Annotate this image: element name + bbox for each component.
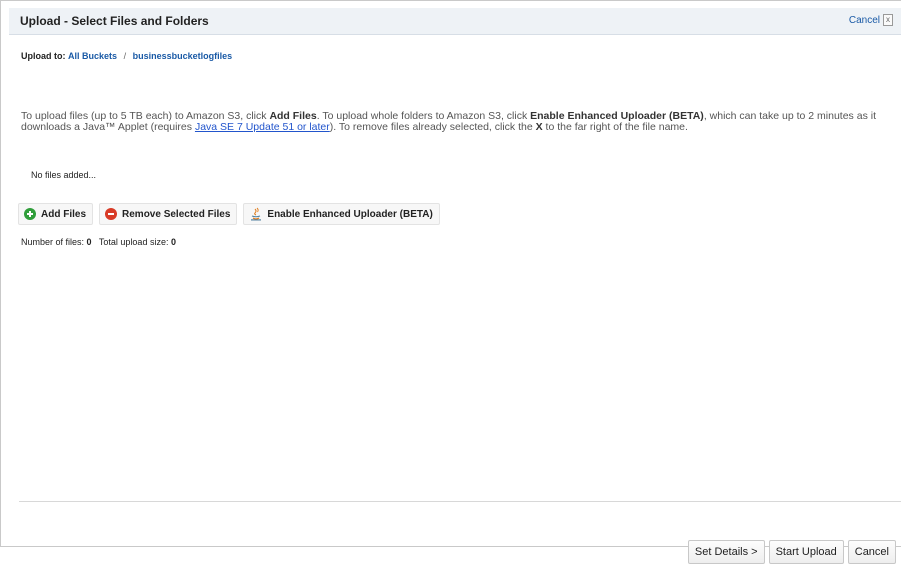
breadcrumb-all-buckets[interactable]: All Buckets — [68, 51, 117, 61]
header-cancel-label: Cancel — [848, 14, 880, 26]
add-files-button[interactable]: Add Files — [18, 203, 94, 225]
instructions-text-4: ). To remove files already selected, cli… — [329, 121, 536, 133]
plus-circle-icon — [24, 208, 36, 220]
java-requirement-link[interactable]: Java SE 7 Update 51 or later — [195, 121, 330, 133]
total-size-label: Total upload size: — [98, 237, 169, 247]
upload-summary: Number of files: 0 Total upload size: 0 — [21, 237, 176, 247]
breadcrumb-separator: / — [123, 51, 127, 61]
files-count-label: Number of files: — [21, 237, 85, 247]
close-icon[interactable]: x — [883, 14, 893, 26]
dialog-footer: Set Details > Start Upload Cancel — [687, 540, 896, 564]
breadcrumb-label: Upload to: — [21, 51, 66, 61]
upload-toolbar: Add Files Remove Selected Files Enable E… — [18, 203, 440, 225]
breadcrumb-bucket[interactable]: businessbucketlogfiles — [133, 51, 233, 61]
upload-dialog: Upload - Select Files and Folders Cancel… — [0, 0, 901, 564]
add-files-label: Add Files — [41, 208, 87, 220]
upload-instructions: To upload files (up to 5 TB each) to Ama… — [21, 111, 895, 133]
set-details-button[interactable]: Set Details > — [687, 540, 765, 564]
enable-enhanced-label: Enable Enhanced Uploader (BETA) — [267, 208, 433, 220]
enable-enhanced-uploader-button[interactable]: Enable Enhanced Uploader (BETA) — [243, 203, 440, 225]
file-list-empty: No files added... — [31, 170, 97, 180]
remove-selected-label: Remove Selected Files — [122, 208, 231, 220]
breadcrumb: Upload to: All Buckets / businessbucketl… — [21, 51, 232, 61]
files-count-value: 0 — [86, 237, 92, 247]
dialog-title: Upload - Select Files and Folders — [20, 14, 209, 28]
remove-selected-files-button[interactable]: Remove Selected Files — [99, 203, 238, 225]
cancel-button[interactable]: Cancel — [847, 540, 896, 564]
instructions-text-5: to the far right of the file name. — [542, 121, 688, 133]
start-upload-button[interactable]: Start Upload — [768, 540, 844, 564]
total-size-value: 0 — [170, 237, 176, 247]
footer-divider — [19, 501, 901, 502]
dialog-header: Upload - Select Files and Folders Cancel… — [9, 8, 901, 35]
instructions-x: X — [535, 121, 543, 133]
header-cancel-link[interactable]: Cancel x — [849, 14, 893, 26]
java-icon — [249, 207, 263, 221]
minus-circle-icon — [105, 208, 118, 220]
